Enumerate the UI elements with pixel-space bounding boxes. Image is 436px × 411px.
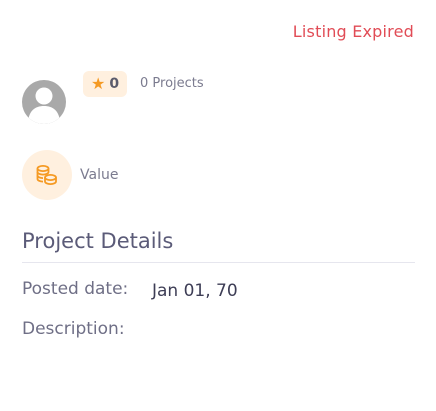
star-icon: ★ — [91, 74, 106, 93]
rating-score: 0 — [109, 76, 120, 92]
section-title: Project Details — [22, 229, 174, 253]
listing-status: Listing Expired — [292, 22, 414, 41]
avatar — [22, 80, 66, 124]
projects-count: 0 Projects — [140, 76, 204, 91]
divider — [22, 262, 415, 263]
value-icon-circle — [22, 150, 72, 200]
posted-date-value: Jan 01, 70 — [152, 281, 238, 301]
rating-badge: ★ 0 — [83, 71, 128, 97]
description-label: Description: — [22, 319, 125, 339]
posted-date-label: Posted date: — [22, 279, 129, 299]
user-icon — [28, 87, 60, 124]
coins-icon — [36, 165, 57, 186]
value-label: Value — [80, 167, 119, 183]
